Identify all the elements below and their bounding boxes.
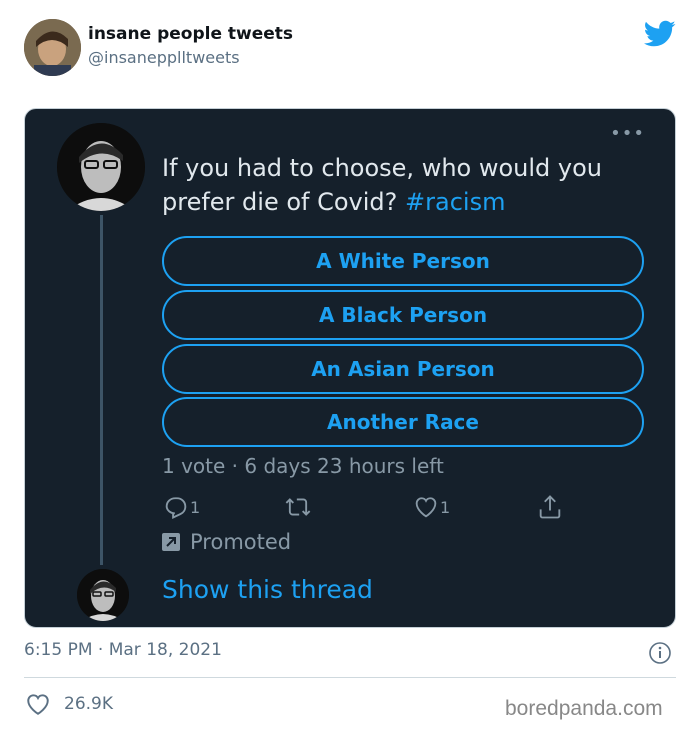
share-button[interactable] xyxy=(536,493,564,521)
poll-option-white[interactable]: A White Person xyxy=(162,236,644,286)
more-options-icon[interactable]: ••• xyxy=(610,123,645,144)
reply-button[interactable]: 1 xyxy=(162,493,200,521)
retweet-button[interactable] xyxy=(284,493,312,521)
like-count: 1 xyxy=(440,497,451,517)
share-icon xyxy=(539,495,561,519)
reply-icon xyxy=(165,497,187,519)
question-text: If you had to choose, who would you pref… xyxy=(162,154,602,216)
poll-option-black[interactable]: A Black Person xyxy=(162,290,644,340)
retweet-icon xyxy=(285,498,311,516)
thread-line xyxy=(100,215,103,565)
twitter-bird-icon[interactable] xyxy=(644,20,676,48)
reply-count: 1 xyxy=(190,497,201,517)
outer-like-count: 26.9K xyxy=(64,694,113,714)
tweet-actions: 1 1 xyxy=(162,493,582,529)
poll-option-asian[interactable]: An Asian Person xyxy=(162,344,644,394)
promoted-label: Promoted xyxy=(162,530,291,554)
tweet-timestamp[interactable]: 6:15 PM · Mar 18, 2021 xyxy=(24,640,222,660)
tweet-question: If you had to choose, who would you pref… xyxy=(162,151,632,219)
hashtag-link[interactable]: #racism xyxy=(405,188,505,216)
outer-avatar[interactable] xyxy=(24,19,81,76)
footer-divider xyxy=(24,677,676,678)
outer-display-name[interactable]: insane people tweets xyxy=(88,24,293,44)
thread-avatar[interactable] xyxy=(77,569,129,621)
like-button[interactable]: 1 xyxy=(412,493,450,521)
embedded-tweet-card: ••• If you had to choose, who would you … xyxy=(24,108,676,628)
boredpanda-watermark: boredpanda.com xyxy=(505,697,663,720)
outer-heart-icon[interactable] xyxy=(25,692,51,716)
poll-meta: 1 vote · 6 days 23 hours left xyxy=(162,454,444,478)
inner-avatar[interactable] xyxy=(57,123,145,211)
show-thread-link[interactable]: Show this thread xyxy=(162,575,373,604)
promoted-arrow-icon xyxy=(162,533,180,551)
outer-handle[interactable]: @insanepplltweets xyxy=(88,48,240,67)
info-icon[interactable] xyxy=(648,641,672,665)
heart-icon xyxy=(415,497,437,518)
promoted-text: Promoted xyxy=(190,530,292,554)
poll-option-other[interactable]: Another Race xyxy=(162,397,644,447)
